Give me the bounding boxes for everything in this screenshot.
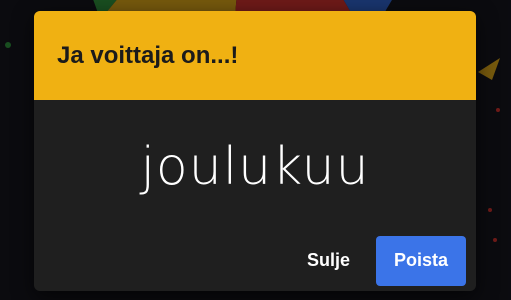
- winner-dialog: Ja voittaja on...! joulukuu Sulje Poista: [34, 11, 476, 291]
- dialog-body: joulukuu: [34, 100, 476, 230]
- winner-text: joulukuu: [140, 137, 370, 197]
- dialog-header: Ja voittaja on...!: [34, 11, 476, 100]
- remove-button[interactable]: Poista: [376, 235, 466, 286]
- close-button[interactable]: Sulje: [295, 236, 362, 286]
- dialog-title: Ja voittaja on...!: [57, 41, 239, 69]
- dialog-actions: Sulje Poista: [34, 230, 476, 291]
